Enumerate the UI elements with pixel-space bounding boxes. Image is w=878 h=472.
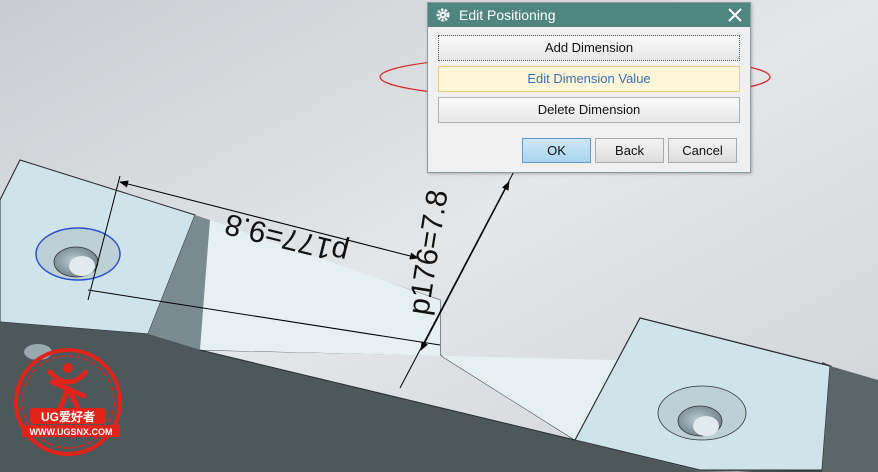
hole-left[interactable]	[35, 227, 121, 281]
add-dimension-button[interactable]: Add Dimension	[438, 35, 740, 61]
ok-button[interactable]: OK	[522, 138, 591, 163]
right-side-face	[822, 366, 878, 472]
logo-url: WWW.UGSNX.COM	[30, 427, 113, 437]
edit-positioning-dialog: Edit Positioning Add Dimension Edit Dime…	[427, 2, 751, 173]
close-icon[interactable]	[726, 6, 744, 24]
gear-icon	[435, 7, 451, 23]
delete-dimension-button[interactable]: Delete Dimension	[438, 97, 740, 123]
edit-dimension-value-button[interactable]: Edit Dimension Value	[438, 66, 740, 92]
logo-brand: UG爱好者	[41, 409, 95, 424]
hole-right[interactable]	[657, 385, 747, 441]
dialog-titlebar[interactable]: Edit Positioning	[428, 3, 750, 27]
dialog-title: Edit Positioning	[459, 7, 556, 23]
cancel-button[interactable]: Cancel	[668, 138, 737, 163]
back-button[interactable]: Back	[595, 138, 664, 163]
